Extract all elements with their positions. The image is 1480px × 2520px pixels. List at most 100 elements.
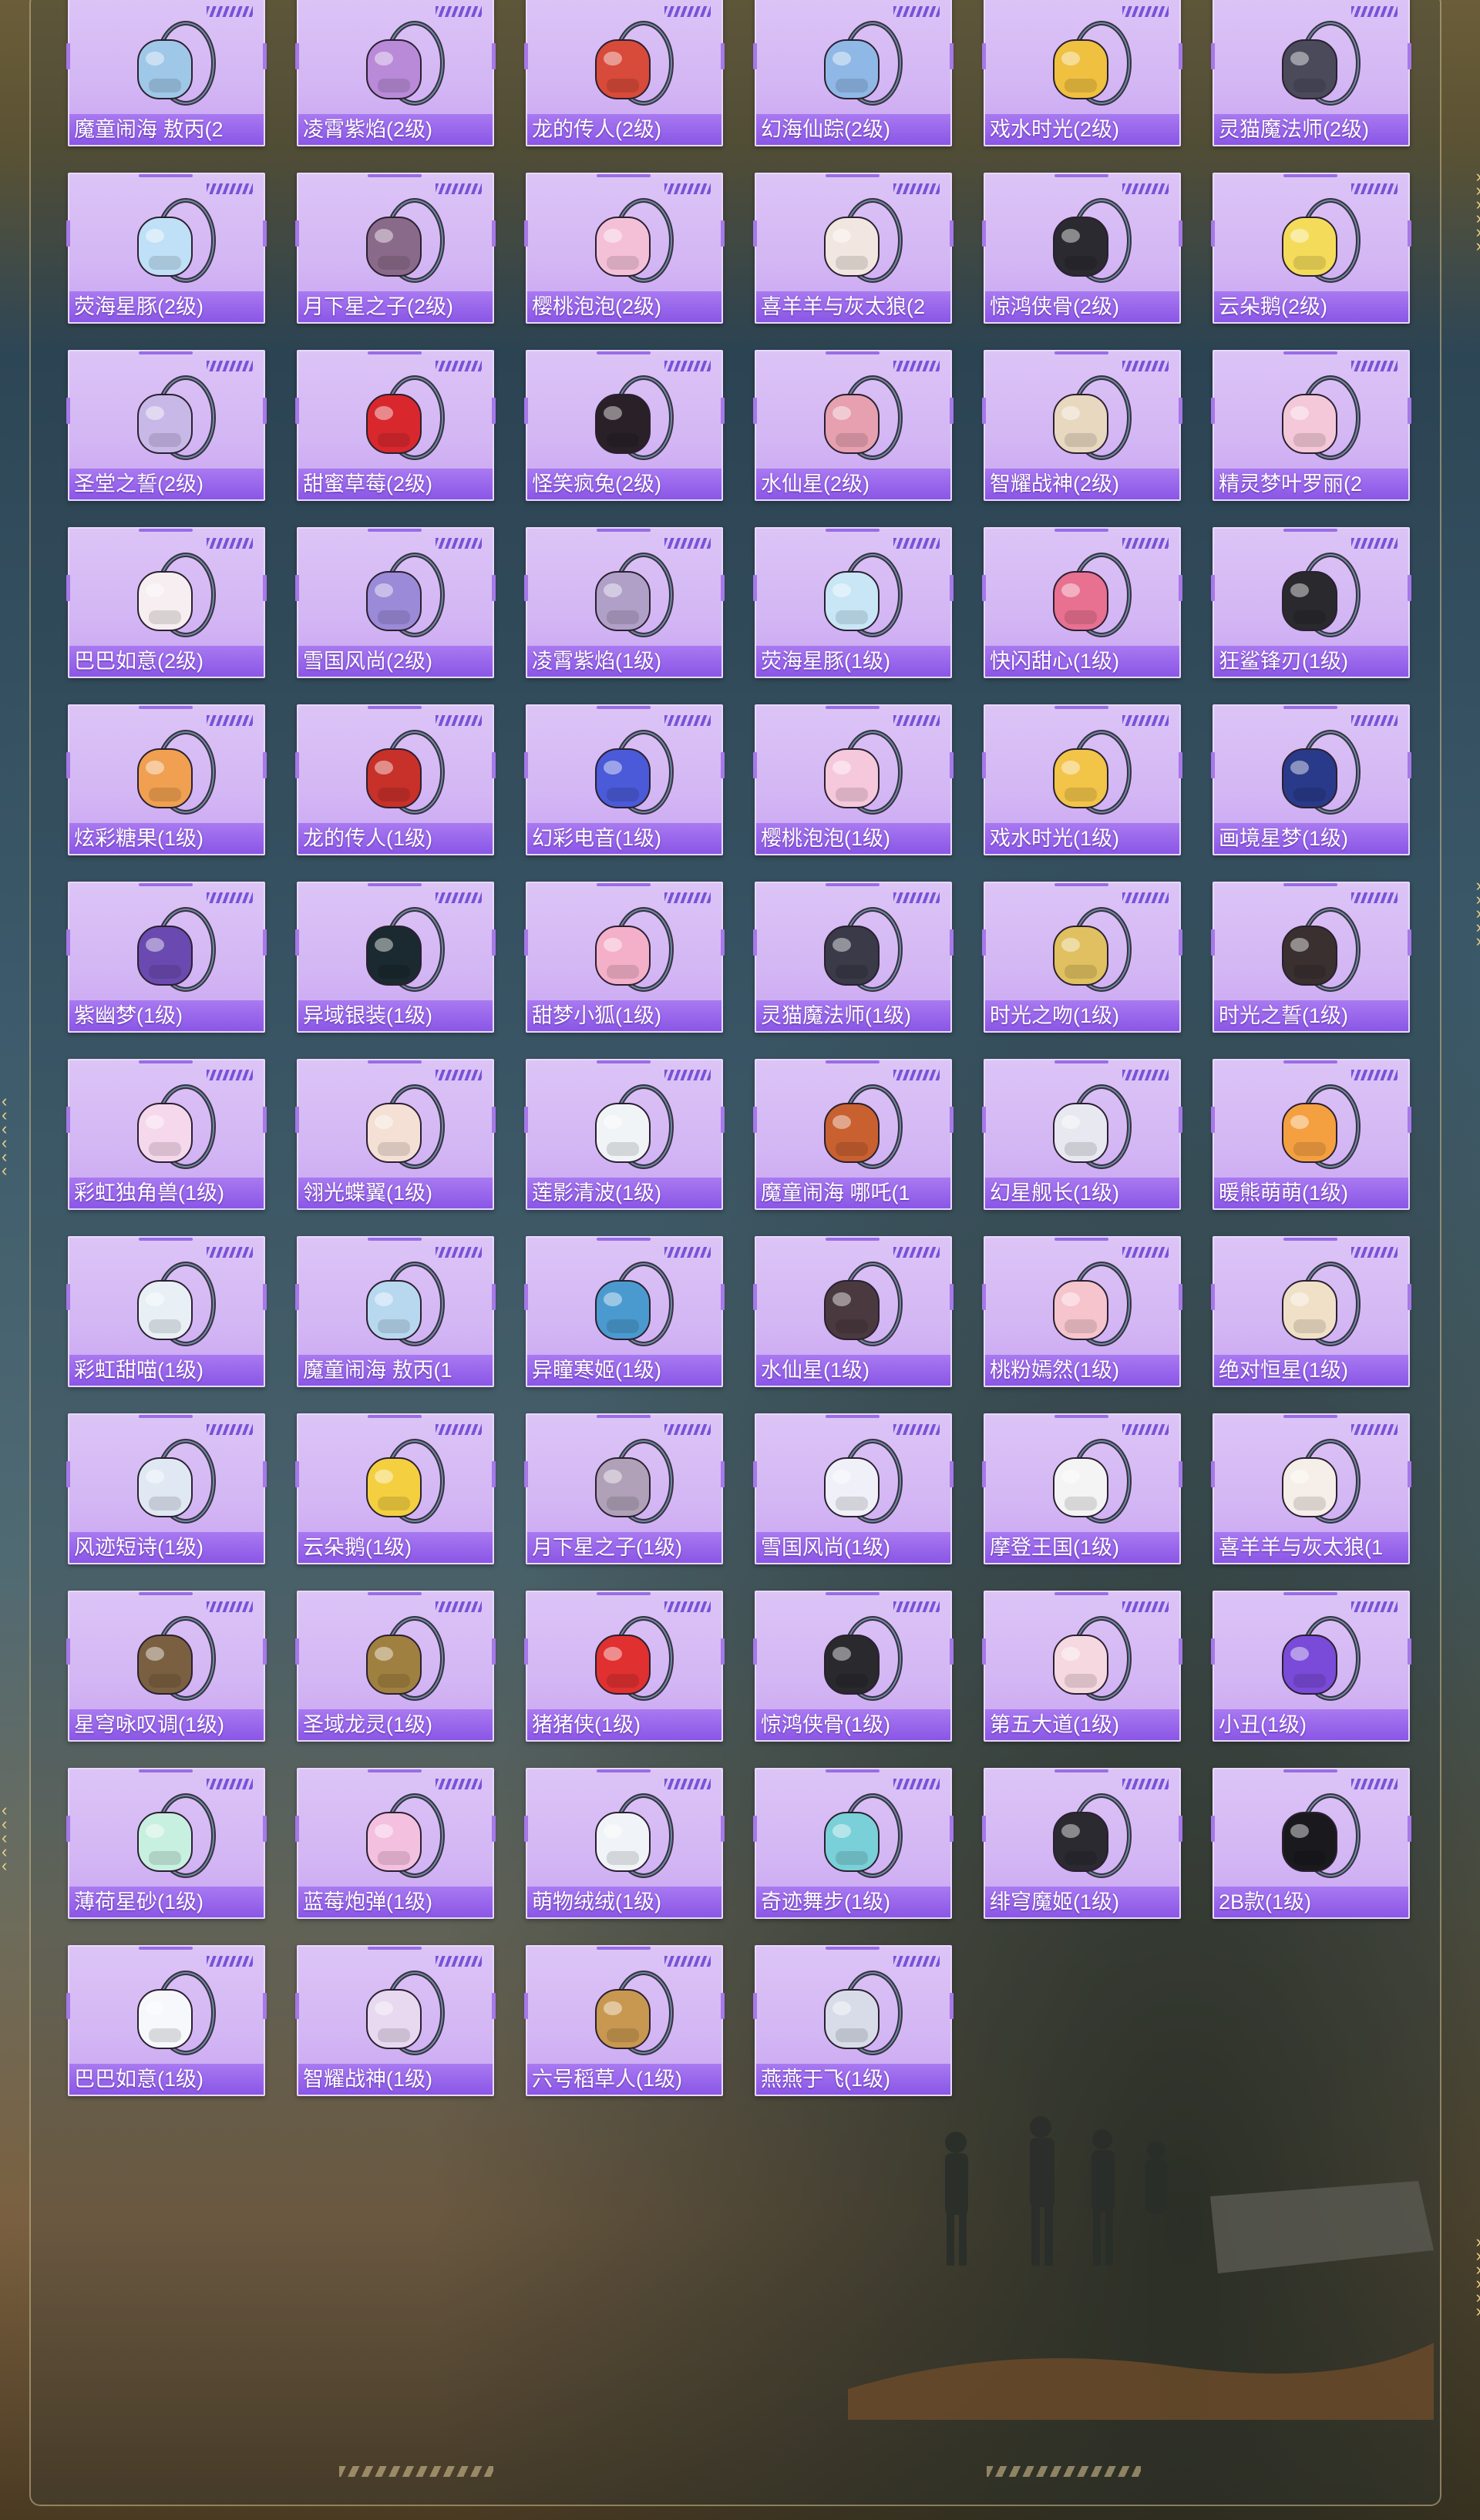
card-top-accent [597, 1415, 651, 1418]
backpack-card[interactable]: 凌霄紫焰(2级) [295, 0, 496, 146]
card-top-accent [1054, 1769, 1108, 1772]
backpack-card[interactable]: 异域银装(1级) [295, 882, 496, 1033]
backpack-card[interactable]: 龙的传人(2级) [524, 0, 725, 146]
backpack-card[interactable]: 圣堂之誓(2级) [66, 350, 267, 501]
item-name-label: 凌霄紫焰(2级) [298, 114, 493, 145]
backpack-icon [101, 723, 232, 823]
backpack-card[interactable]: 喜羊羊与灰太狼(1 [1211, 1413, 1411, 1564]
backpack-icon [788, 1077, 919, 1178]
backpack-icon [330, 546, 461, 646]
left-chevron-decoration: ‹ ‹ ‹ ‹ ‹ [2, 1800, 7, 1875]
backpack-card[interactable]: 时光之誓(1级) [1211, 882, 1411, 1033]
backpack-card[interactable]: 快闪甜心(1级) [982, 527, 1182, 678]
backpack-card[interactable]: 水仙星(1级) [753, 1236, 954, 1387]
backpack-card[interactable]: 第五大道(1级) [982, 1591, 1182, 1742]
backpack-card[interactable]: 雪国风尚(1级) [753, 1413, 954, 1564]
backpack-card[interactable]: 猪猪侠(1级) [524, 1591, 725, 1742]
backpack-card[interactable]: 怪笑疯兔(2级) [524, 350, 725, 501]
backpack-card[interactable]: 戏水时光(1级) [982, 704, 1182, 855]
backpack-card[interactable]: 绝对恒星(1级) [1211, 1236, 1411, 1387]
backpack-card[interactable]: 魔童闹海 哪吒(1 [753, 1059, 954, 1210]
backpack-card[interactable]: 星穹咏叹调(1级) [66, 1591, 267, 1742]
item-name-label: 幻海仙踪(2级) [756, 114, 950, 145]
backpack-card[interactable]: 莲影清波(1级) [524, 1059, 725, 1210]
backpack-card[interactable]: 云朵鹅(1级) [295, 1413, 496, 1564]
backpack-card[interactable]: 月下星之子(2级) [295, 173, 496, 324]
backpack-icon [101, 1609, 232, 1709]
backpack-card[interactable]: 2B款(1级) [1211, 1768, 1411, 1919]
backpack-icon [559, 1432, 690, 1532]
card-top-accent [597, 174, 651, 177]
backpack-card[interactable]: 巴巴如意(1级) [66, 1945, 267, 2096]
backpack-card[interactable]: 蓝莓炮弹(1级) [295, 1768, 496, 1919]
backpack-icon [788, 1432, 919, 1532]
backpack-card[interactable]: 惊鸿侠骨(1级) [753, 1591, 954, 1742]
backpack-card[interactable]: 紫幽梦(1级) [66, 882, 267, 1033]
backpack-card[interactable]: 灵猫魔法师(1级) [753, 882, 954, 1033]
backpack-card[interactable]: 樱桃泡泡(1级) [753, 704, 954, 855]
backpack-card[interactable]: 龙的传人(1级) [295, 704, 496, 855]
backpack-card[interactable]: 六号稻草人(1级) [524, 1945, 725, 2096]
card-top-accent [826, 1769, 880, 1772]
backpack-card[interactable]: 巴巴如意(2级) [66, 527, 267, 678]
item-name-label: 精灵梦叶罗丽(2 [1214, 469, 1408, 499]
backpack-card[interactable]: 魔童闹海 敖丙(2 [66, 0, 267, 146]
backpack-icon [1017, 14, 1148, 114]
backpack-icon [1017, 900, 1148, 1000]
item-name-label: 惊鸿侠骨(1级) [756, 1709, 950, 1740]
backpack-icon [1017, 368, 1148, 469]
backpack-card[interactable]: 奇迹舞步(1级) [753, 1768, 954, 1919]
backpack-card[interactable]: 桃粉嫣然(1级) [982, 1236, 1182, 1387]
backpack-card[interactable]: 雪国风尚(2级) [295, 527, 496, 678]
backpack-card[interactable]: 月下星之子(1级) [524, 1413, 725, 1564]
backpack-card[interactable]: 智耀战神(1级) [295, 1945, 496, 2096]
backpack-card[interactable]: 水仙星(2级) [753, 350, 954, 501]
backpack-card[interactable]: 薄荷星砂(1级) [66, 1768, 267, 1919]
backpack-card[interactable]: 惊鸿侠骨(2级) [982, 173, 1182, 324]
backpack-icon [101, 1964, 232, 2064]
backpack-card[interactable]: 樱桃泡泡(2级) [524, 173, 725, 324]
backpack-card[interactable]: 翎光蝶翼(1级) [295, 1059, 496, 1210]
backpack-card[interactable]: 幻海仙踪(2级) [753, 0, 954, 146]
card-top-accent [1283, 706, 1337, 709]
backpack-card[interactable]: 狂鲨锋刃(1级) [1211, 527, 1411, 678]
backpack-card[interactable]: 炫彩糖果(1级) [66, 704, 267, 855]
backpack-card[interactable]: 小丑(1级) [1211, 1591, 1411, 1742]
backpack-card[interactable]: 戏水时光(2级) [982, 0, 1182, 146]
backpack-card[interactable]: 智耀战神(2级) [982, 350, 1182, 501]
backpack-card[interactable]: 幻星舰长(1级) [982, 1059, 1182, 1210]
backpack-icon [788, 14, 919, 114]
backpack-icon [1246, 1786, 1377, 1887]
backpack-card[interactable]: 摩登王国(1级) [982, 1413, 1182, 1564]
backpack-card[interactable]: 灵猫魔法师(2级) [1211, 0, 1411, 146]
backpack-card[interactable]: 彩虹甜喵(1级) [66, 1236, 267, 1387]
item-name-label: 风迹短诗(1级) [69, 1532, 264, 1563]
card-top-accent [139, 1592, 193, 1595]
backpack-card[interactable]: 喜羊羊与灰太狼(2 [753, 173, 954, 324]
backpack-card[interactable]: 彩虹独角兽(1级) [66, 1059, 267, 1210]
backpack-card[interactable]: 圣域龙灵(1级) [295, 1591, 496, 1742]
backpack-card[interactable]: 甜蜜草莓(2级) [295, 350, 496, 501]
backpack-card[interactable]: 异瞳寒姬(1级) [524, 1236, 725, 1387]
backpack-card[interactable]: 画境星梦(1级) [1211, 704, 1411, 855]
card-top-accent [826, 174, 880, 177]
item-name-label: 猪猪侠(1级) [527, 1709, 722, 1740]
backpack-card[interactable]: 幻彩电音(1级) [524, 704, 725, 855]
item-name-label: 凌霄紫焰(1级) [527, 646, 722, 677]
backpack-card[interactable]: 萌物绒绒(1级) [524, 1768, 725, 1919]
backpack-card[interactable]: 凌霄紫焰(1级) [524, 527, 725, 678]
backpack-card[interactable]: 甜梦小狐(1级) [524, 882, 725, 1033]
backpack-card[interactable]: 暖熊萌萌(1级) [1211, 1059, 1411, 1210]
backpack-card[interactable]: 精灵梦叶罗丽(2 [1211, 350, 1411, 501]
backpack-card[interactable]: 魔童闹海 敖丙(1 [295, 1236, 496, 1387]
backpack-card[interactable]: 风迹短诗(1级) [66, 1413, 267, 1564]
item-name-label: 暖熊萌萌(1级) [1214, 1178, 1408, 1208]
card-top-accent [368, 351, 422, 354]
backpack-card[interactable]: 荧海星豚(1级) [753, 527, 954, 678]
backpack-card[interactable]: 时光之吻(1级) [982, 882, 1182, 1033]
backpack-card[interactable]: 云朵鹅(2级) [1211, 173, 1411, 324]
card-top-accent [597, 883, 651, 886]
backpack-card[interactable]: 燕燕于飞(1级) [753, 1945, 954, 2096]
backpack-card[interactable]: 荧海星豚(2级) [66, 173, 267, 324]
backpack-card[interactable]: 绯穹魔姬(1级) [982, 1768, 1182, 1919]
